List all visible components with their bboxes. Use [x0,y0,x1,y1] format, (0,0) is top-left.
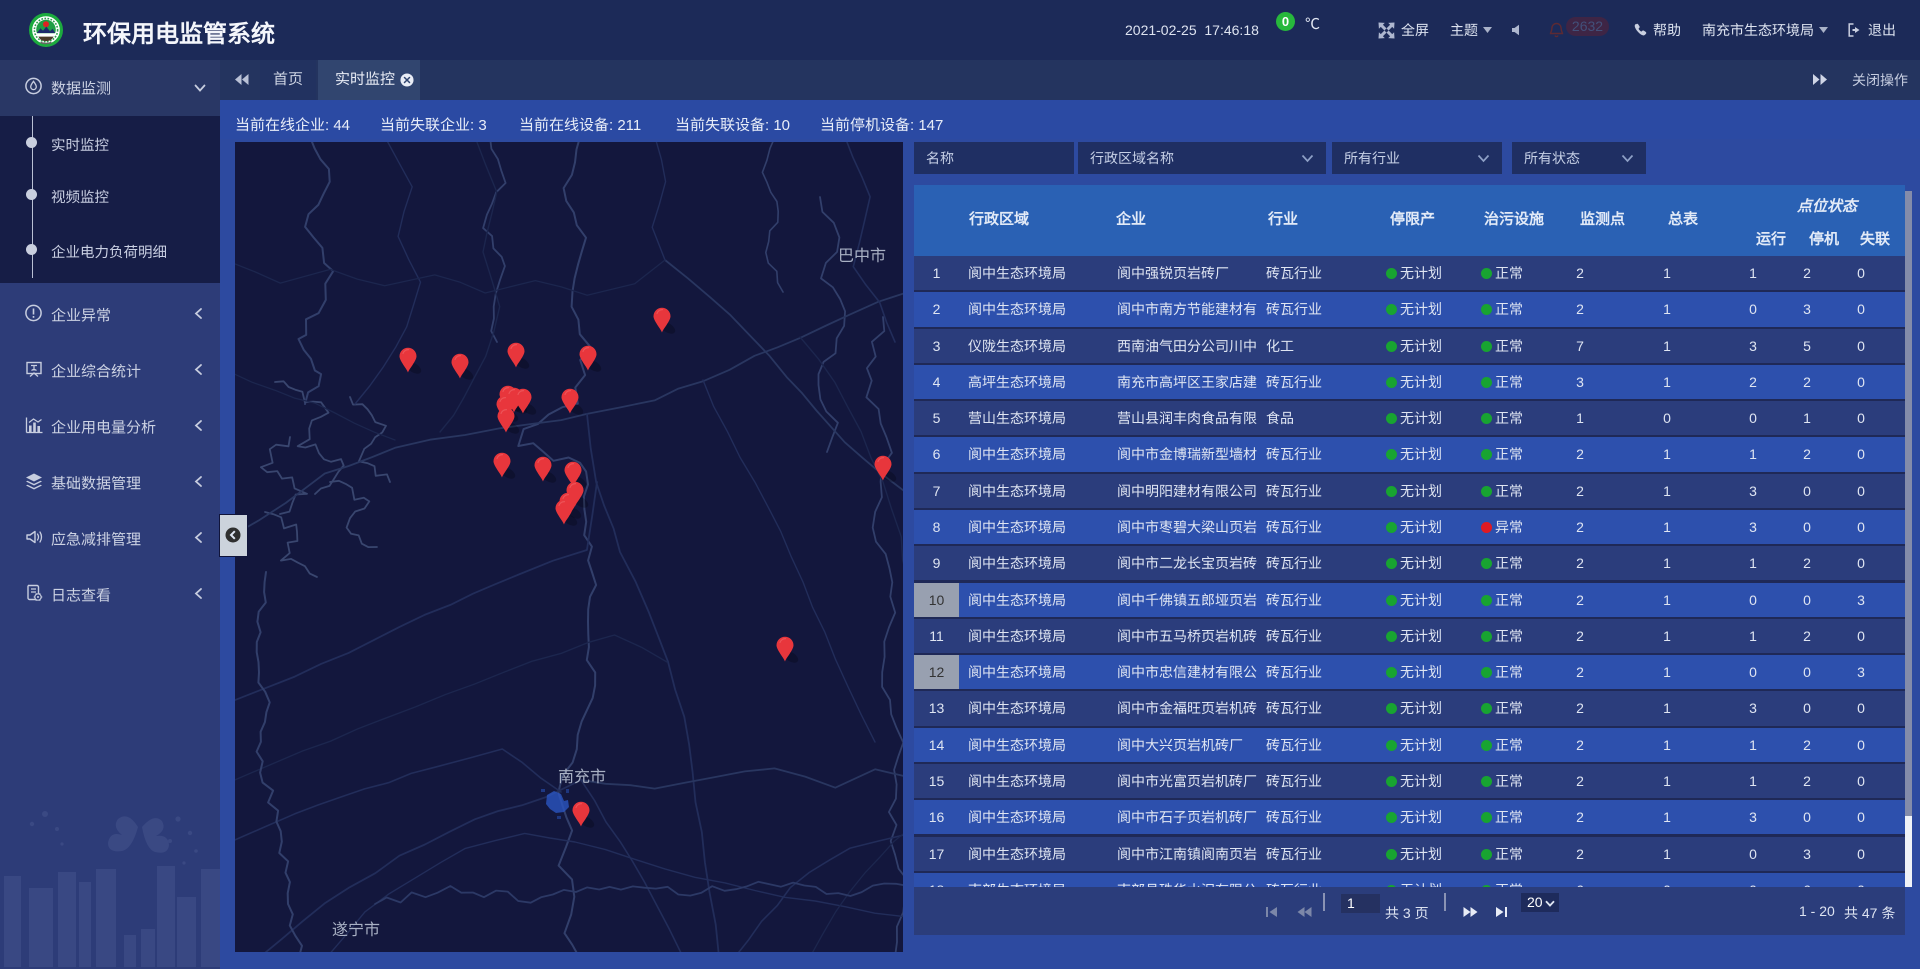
svg-text:遂宁市: 遂宁市 [332,921,380,939]
svg-text:巴中市: 巴中市 [838,247,886,265]
svg-text:南充市: 南充市 [558,768,606,786]
